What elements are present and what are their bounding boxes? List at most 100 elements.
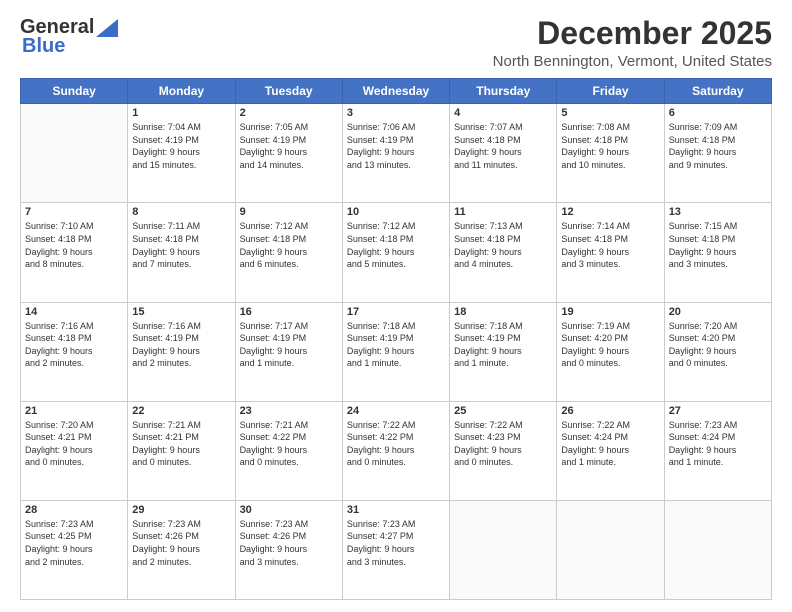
day-info: Sunrise: 7:04 AMSunset: 4:19 PMDaylight:…	[132, 121, 230, 171]
day-number: 29	[132, 504, 230, 516]
calendar-cell: 11 Sunrise: 7:13 AMSunset: 4:18 PMDayligh…	[450, 203, 557, 302]
calendar-cell: 27 Sunrise: 7:23 AMSunset: 4:24 PMDayligh…	[664, 401, 771, 500]
weekday-header-friday: Friday	[557, 79, 664, 104]
calendar-cell: 14 Sunrise: 7:16 AMSunset: 4:18 PMDayligh…	[21, 302, 128, 401]
page: General Blue December 2025 North Benning…	[0, 0, 792, 612]
day-info: Sunrise: 7:05 AMSunset: 4:19 PMDaylight:…	[240, 121, 338, 171]
calendar-cell	[21, 104, 128, 203]
day-number: 26	[561, 405, 659, 417]
day-info: Sunrise: 7:12 AMSunset: 4:18 PMDaylight:…	[240, 220, 338, 270]
calendar-cell: 29 Sunrise: 7:23 AMSunset: 4:26 PMDayligh…	[128, 500, 235, 599]
day-number: 11	[454, 206, 552, 218]
calendar-cell: 8 Sunrise: 7:11 AMSunset: 4:18 PMDaylight…	[128, 203, 235, 302]
calendar-cell: 16Sunrise: 7:17 AMSunset: 4:19 PMDayligh…	[235, 302, 342, 401]
calendar-cell: 30 Sunrise: 7:23 AMSunset: 4:26 PMDayligh…	[235, 500, 342, 599]
calendar-cell: 10 Sunrise: 7:12 AMSunset: 4:18 PMDayligh…	[342, 203, 449, 302]
day-info: Sunrise: 7:07 AMSunset: 4:18 PMDaylight:…	[454, 121, 552, 171]
day-info: Sunrise: 7:08 AMSunset: 4:18 PMDaylight:…	[561, 121, 659, 171]
weekday-header-wednesday: Wednesday	[342, 79, 449, 104]
calendar-cell: 17Sunrise: 7:18 AMSunset: 4:19 PMDayligh…	[342, 302, 449, 401]
calendar-cell	[450, 500, 557, 599]
day-info: Sunrise: 7:21 AMSunset: 4:22 PMDaylight:…	[240, 419, 338, 469]
calendar-table: SundayMondayTuesdayWednesdayThursdayFrid…	[20, 78, 772, 600]
day-info: Sunrise: 7:19 AMSunset: 4:20 PMDaylight:…	[561, 320, 659, 370]
calendar-cell: 26 Sunrise: 7:22 AMSunset: 4:24 PMDayligh…	[557, 401, 664, 500]
day-number: 12	[561, 206, 659, 218]
day-number: 31	[347, 504, 445, 516]
day-info: Sunrise: 7:16 AMSunset: 4:19 PMDaylight:…	[132, 320, 230, 370]
day-info: Sunrise: 7:06 AMSunset: 4:19 PMDaylight:…	[347, 121, 445, 171]
calendar-cell: 6Sunrise: 7:09 AMSunset: 4:18 PMDaylight…	[664, 104, 771, 203]
day-info: Sunrise: 7:23 AMSunset: 4:24 PMDaylight:…	[669, 419, 767, 469]
logo-blue: Blue	[20, 35, 65, 58]
calendar-cell	[557, 500, 664, 599]
calendar-cell: 2 Sunrise: 7:05 AMSunset: 4:19 PMDaylight…	[235, 104, 342, 203]
day-number: 6	[669, 107, 767, 119]
calendar-cell: 24Sunrise: 7:22 AMSunset: 4:22 PMDayligh…	[342, 401, 449, 500]
weekday-header-saturday: Saturday	[664, 79, 771, 104]
day-info: Sunrise: 7:22 AMSunset: 4:23 PMDaylight:…	[454, 419, 552, 469]
day-info: Sunrise: 7:16 AMSunset: 4:18 PMDaylight:…	[25, 320, 123, 370]
day-info: Sunrise: 7:17 AMSunset: 4:19 PMDaylight:…	[240, 320, 338, 370]
day-info: Sunrise: 7:23 AMSunset: 4:27 PMDaylight:…	[347, 518, 445, 568]
logo-icon	[96, 19, 118, 37]
calendar-cell: 13 Sunrise: 7:15 AMSunset: 4:18 PMDayligh…	[664, 203, 771, 302]
calendar-cell: 23 Sunrise: 7:21 AMSunset: 4:22 PMDayligh…	[235, 401, 342, 500]
day-number: 1	[132, 107, 230, 119]
calendar-cell: 22 Sunrise: 7:21 AMSunset: 4:21 PMDayligh…	[128, 401, 235, 500]
month-title: December 2025	[493, 16, 772, 51]
day-info: Sunrise: 7:13 AMSunset: 4:18 PMDaylight:…	[454, 220, 552, 270]
weekday-header-monday: Monday	[128, 79, 235, 104]
day-number: 28	[25, 504, 123, 516]
day-number: 8	[132, 206, 230, 218]
day-info: Sunrise: 7:15 AMSunset: 4:18 PMDaylight:…	[669, 220, 767, 270]
location: North Bennington, Vermont, United States	[493, 53, 772, 70]
day-info: Sunrise: 7:10 AMSunset: 4:18 PMDaylight:…	[25, 220, 123, 270]
day-number: 20	[669, 306, 767, 318]
day-info: Sunrise: 7:18 AMSunset: 4:19 PMDaylight:…	[454, 320, 552, 370]
day-number: 18	[454, 306, 552, 318]
day-number: 25	[454, 405, 552, 417]
calendar-cell: 21Sunrise: 7:20 AMSunset: 4:21 PMDayligh…	[21, 401, 128, 500]
day-number: 15	[132, 306, 230, 318]
day-number: 17	[347, 306, 445, 318]
weekday-header-tuesday: Tuesday	[235, 79, 342, 104]
day-number: 13	[669, 206, 767, 218]
calendar-cell: 20 Sunrise: 7:20 AMSunset: 4:20 PMDayligh…	[664, 302, 771, 401]
calendar-cell: 9 Sunrise: 7:12 AMSunset: 4:18 PMDaylight…	[235, 203, 342, 302]
day-info: Sunrise: 7:23 AMSunset: 4:26 PMDaylight:…	[132, 518, 230, 568]
calendar-cell: 18 Sunrise: 7:18 AMSunset: 4:19 PMDayligh…	[450, 302, 557, 401]
day-number: 3	[347, 107, 445, 119]
calendar-cell: 28Sunrise: 7:23 AMSunset: 4:25 PMDayligh…	[21, 500, 128, 599]
day-number: 24	[347, 405, 445, 417]
day-number: 4	[454, 107, 552, 119]
calendar-cell: 3 Sunrise: 7:06 AMSunset: 4:19 PMDaylight…	[342, 104, 449, 203]
header: General Blue December 2025 North Benning…	[20, 16, 772, 70]
day-number: 9	[240, 206, 338, 218]
logo: General Blue	[20, 16, 118, 58]
day-info: Sunrise: 7:14 AMSunset: 4:18 PMDaylight:…	[561, 220, 659, 270]
day-number: 14	[25, 306, 123, 318]
day-number: 30	[240, 504, 338, 516]
calendar-cell: 7 Sunrise: 7:10 AMSunset: 4:18 PMDaylight…	[21, 203, 128, 302]
title-block: December 2025 North Bennington, Vermont,…	[493, 16, 772, 70]
day-info: Sunrise: 7:22 AMSunset: 4:24 PMDaylight:…	[561, 419, 659, 469]
day-info: Sunrise: 7:12 AMSunset: 4:18 PMDaylight:…	[347, 220, 445, 270]
day-number: 22	[132, 405, 230, 417]
calendar-cell: 5Sunrise: 7:08 AMSunset: 4:18 PMDaylight…	[557, 104, 664, 203]
day-info: Sunrise: 7:23 AMSunset: 4:26 PMDaylight:…	[240, 518, 338, 568]
calendar-cell: 1 Sunrise: 7:04 AMSunset: 4:19 PMDaylight…	[128, 104, 235, 203]
day-info: Sunrise: 7:20 AMSunset: 4:20 PMDaylight:…	[669, 320, 767, 370]
day-number: 10	[347, 206, 445, 218]
day-number: 7	[25, 206, 123, 218]
day-number: 23	[240, 405, 338, 417]
day-info: Sunrise: 7:21 AMSunset: 4:21 PMDaylight:…	[132, 419, 230, 469]
weekday-header-sunday: Sunday	[21, 79, 128, 104]
calendar-cell: 31 Sunrise: 7:23 AMSunset: 4:27 PMDayligh…	[342, 500, 449, 599]
day-number: 27	[669, 405, 767, 417]
calendar-cell: 25 Sunrise: 7:22 AMSunset: 4:23 PMDayligh…	[450, 401, 557, 500]
day-info: Sunrise: 7:11 AMSunset: 4:18 PMDaylight:…	[132, 220, 230, 270]
calendar-cell	[664, 500, 771, 599]
calendar-cell: 12 Sunrise: 7:14 AMSunset: 4:18 PMDayligh…	[557, 203, 664, 302]
day-number: 2	[240, 107, 338, 119]
